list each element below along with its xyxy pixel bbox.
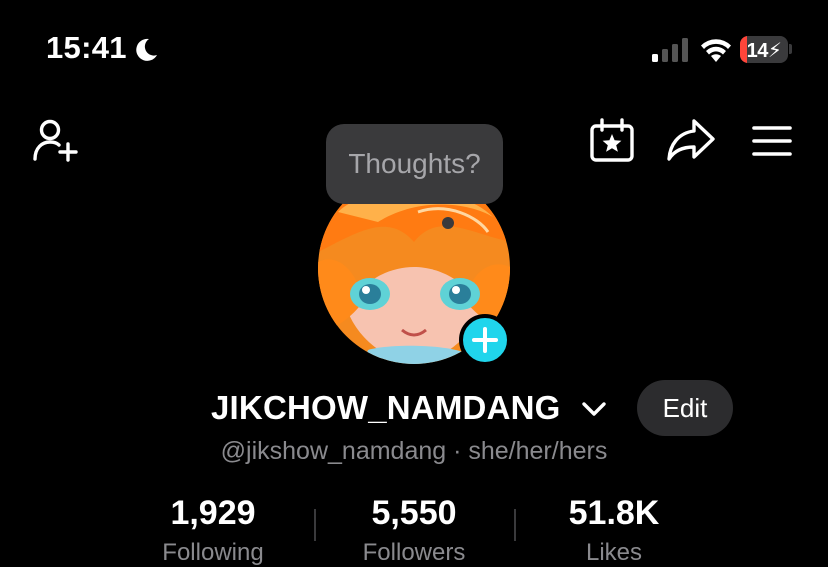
calendar-star-icon[interactable]	[589, 118, 635, 162]
stat-value: 1,929	[170, 494, 256, 532]
thoughts-bubble-tail	[442, 217, 454, 229]
cellular-signal-icon	[652, 38, 688, 62]
stat-likes[interactable]: 51.8K Likes	[514, 494, 714, 567]
profile-handle: @jikshow_namdang · she/her/hers	[220, 437, 608, 465]
chevron-down-icon[interactable]	[580, 398, 608, 420]
battery-indicator: 14⚡	[740, 36, 788, 63]
stat-followers[interactable]: 5,550 Followers	[314, 494, 514, 567]
edit-profile-button[interactable]: Edit	[637, 380, 733, 436]
stat-label: Likes	[585, 539, 643, 566]
add-story-button[interactable]	[459, 314, 511, 366]
stat-label: Followers	[362, 539, 466, 566]
stat-following[interactable]: 1,929 Following	[113, 494, 313, 567]
thoughts-bubble[interactable]: Thoughts?	[326, 124, 503, 204]
moon-icon	[136, 38, 157, 61]
menu-icon[interactable]	[752, 125, 792, 157]
battery-cap	[789, 44, 792, 54]
status-time: 15:41	[46, 30, 127, 65]
add-user-icon[interactable]	[32, 118, 80, 162]
profile-username[interactable]: JIKCHOW_NAMDANG	[211, 389, 561, 427]
stat-value: 51.8K	[568, 494, 660, 532]
stat-value: 5,550	[371, 494, 457, 532]
share-icon[interactable]	[666, 118, 716, 162]
wifi-icon	[701, 39, 731, 62]
thoughts-text: Thoughts?	[348, 148, 481, 179]
charging-bolt-icon: ⚡	[767, 40, 782, 62]
stat-label: Following	[162, 539, 264, 566]
battery-level: 14⚡	[746, 40, 782, 62]
plus-icon	[472, 327, 498, 353]
